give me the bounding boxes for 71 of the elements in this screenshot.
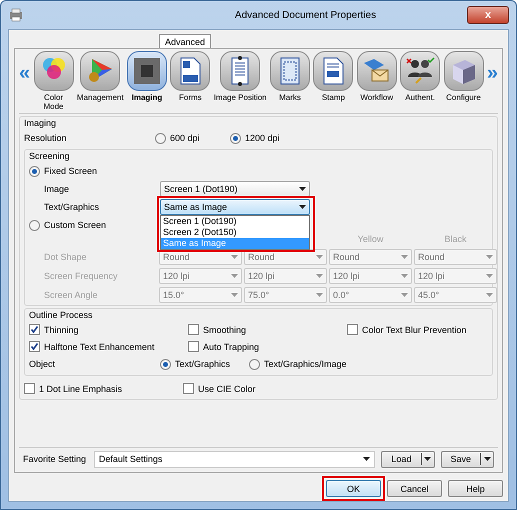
tab[interactable]: Advanced — [159, 34, 212, 48]
caret-icon — [484, 457, 490, 461]
option-label: Text/Graphics/Image — [264, 359, 347, 369]
caret-icon — [486, 293, 493, 297]
caret-icon — [316, 293, 323, 297]
radio-button[interactable] — [230, 132, 241, 144]
field-label: Screen Frequency — [44, 270, 119, 283]
split-button[interactable]: Load — [381, 450, 435, 468]
field-label: Favorite Setting — [23, 454, 88, 464]
checkbox-label: Auto Trapping — [203, 342, 260, 352]
checkbox-label: Halftone Text Enhancement — [44, 342, 154, 352]
radio-button[interactable] — [29, 166, 40, 176]
checkbox[interactable] — [24, 383, 35, 394]
dialog-button[interactable]: Cancel — [387, 480, 442, 497]
caret-icon — [486, 274, 493, 278]
dialog-button[interactable]: Help — [448, 480, 503, 497]
split-button[interactable]: Save — [440, 450, 494, 468]
caret-icon — [401, 255, 408, 259]
caret-icon — [363, 457, 370, 461]
caret-icon — [299, 205, 306, 209]
field-label: Resolution — [24, 133, 68, 143]
caret-icon — [401, 274, 408, 278]
radio-button[interactable] — [249, 358, 260, 370]
group-title: Screening — [29, 150, 71, 162]
field-label: Screen Angle — [44, 289, 99, 302]
field-label: Image — [44, 184, 70, 194]
field-label: Dot Shape — [44, 251, 88, 264]
radio-button[interactable] — [155, 132, 166, 144]
caret-icon — [401, 293, 408, 297]
group-title: Outline Process — [29, 309, 94, 321]
checkbox[interactable] — [188, 324, 199, 335]
option-label: Text/Graphics — [175, 359, 230, 369]
checkbox[interactable] — [183, 383, 194, 394]
caret-icon — [486, 255, 493, 259]
dialog-button[interactable]: OK — [326, 480, 381, 497]
window-title: Advanced Document Properties — [234, 10, 378, 20]
dropdown-option[interactable]: Screen 2 (Dot150) — [161, 227, 309, 238]
dropdown[interactable]: Screen 1 (Dot190) — [160, 181, 310, 197]
scroll-left-button[interactable]: « — [19, 63, 30, 83]
caret-icon — [424, 457, 432, 461]
caret-icon — [231, 255, 238, 259]
checkbox[interactable] — [29, 324, 40, 335]
checkbox-label: 1 Dot Line Emphasis — [39, 384, 122, 394]
caret-icon — [299, 187, 306, 191]
column-header: Black — [443, 234, 468, 246]
radio-label: Fixed Screen — [44, 166, 98, 176]
field-label: Text/Graphics — [44, 202, 100, 212]
checkbox-label: Thinning — [44, 324, 79, 334]
checkbox[interactable] — [188, 341, 199, 352]
caret-icon — [231, 274, 238, 278]
dropdown[interactable]: Default Settings — [94, 450, 376, 468]
group-title: Imaging — [24, 117, 58, 129]
checkbox[interactable] — [29, 341, 40, 352]
printer-icon — [8, 8, 24, 22]
checkbox-label: Use CIE Color — [198, 384, 256, 394]
field-label: Object — [29, 359, 56, 369]
caret-icon — [316, 274, 323, 278]
checkbox[interactable] — [347, 324, 358, 335]
column-header: Yellow — [356, 234, 384, 246]
radio-button[interactable] — [160, 358, 171, 370]
radio-label: Custom Screen — [44, 220, 106, 230]
dropdown[interactable]: Same as Image — [160, 199, 310, 215]
highlight-frame — [322, 476, 385, 501]
checkbox-label: Smoothing — [203, 324, 246, 334]
scroll-right-button[interactable]: » — [486, 63, 498, 83]
caret-icon — [231, 293, 238, 297]
option-label: 1200 dpi — [245, 133, 280, 143]
dropdown-option[interactable]: Screen 1 (Dot190) — [161, 216, 309, 227]
caret-icon — [316, 255, 323, 259]
checkbox-label: Color Text Blur Prevention — [362, 324, 466, 334]
option-label: 600 dpi — [170, 133, 200, 143]
